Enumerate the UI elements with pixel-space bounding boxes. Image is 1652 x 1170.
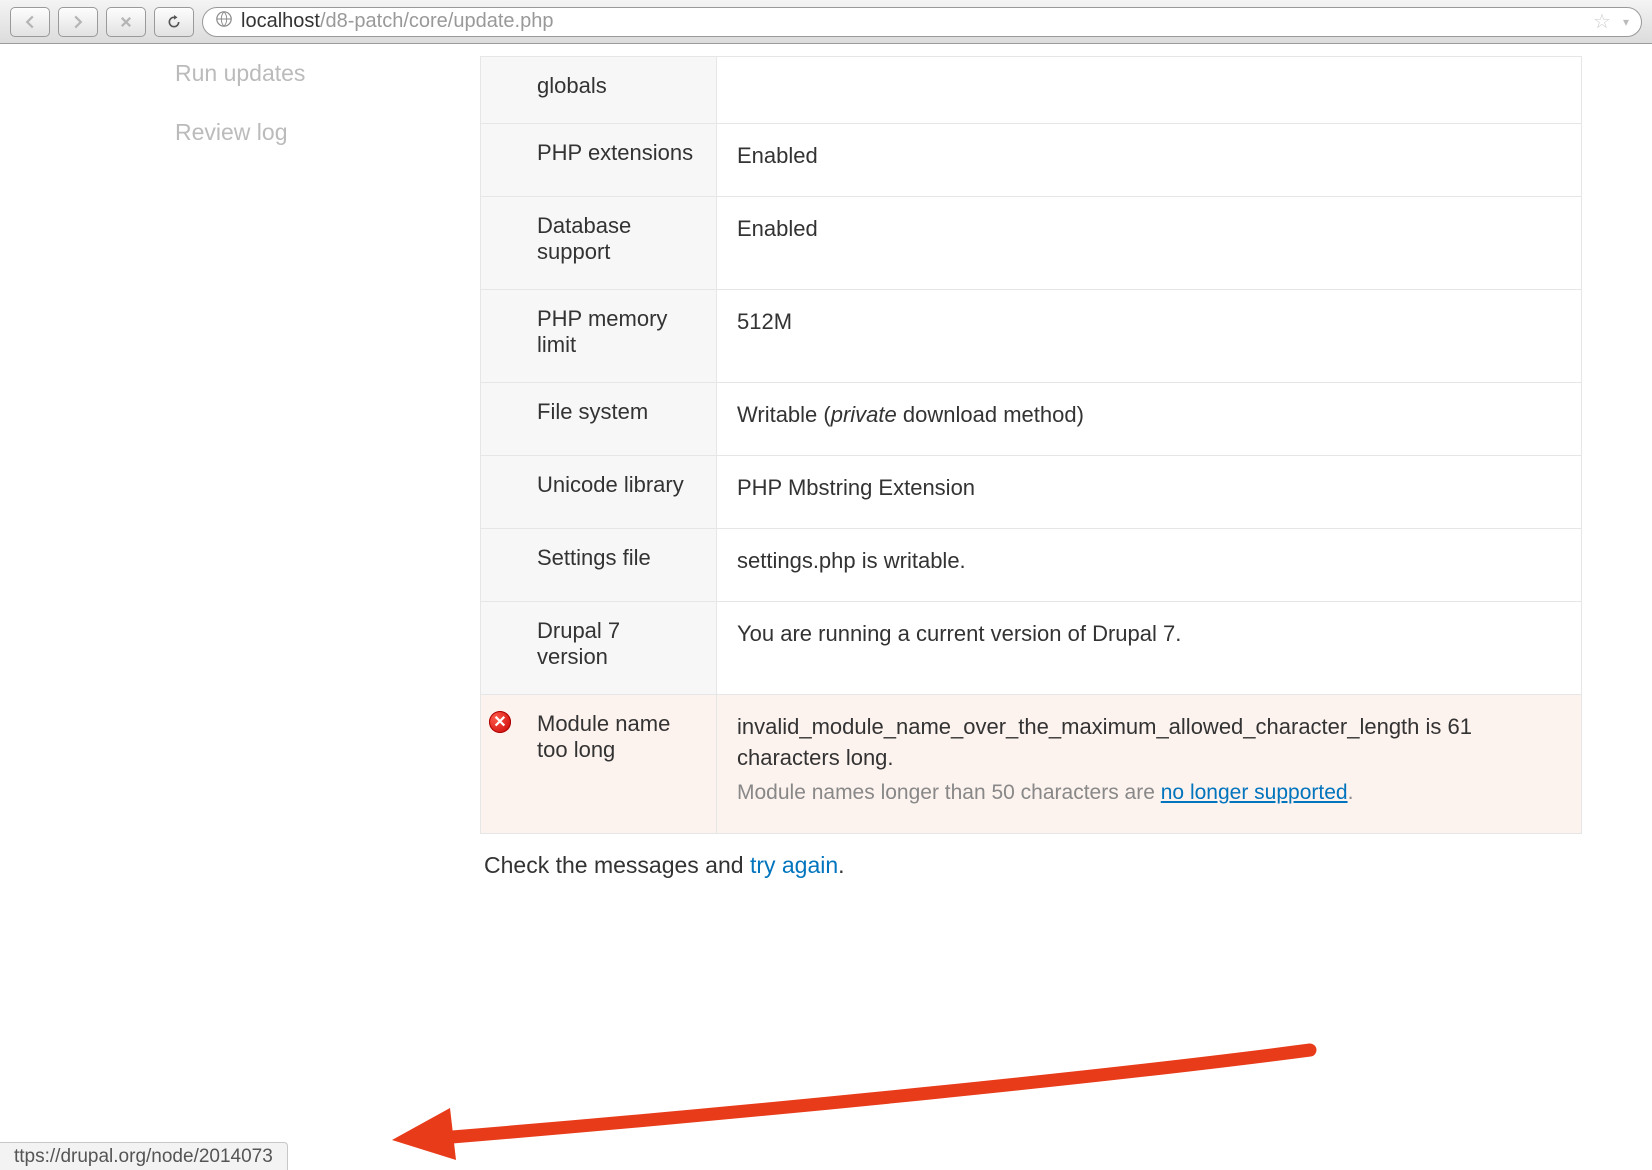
table-row: Settings file settings.php is writable.: [481, 529, 1581, 602]
bottom-message: Check the messages and try again.: [480, 834, 1582, 879]
row-value-pre: Writable (: [737, 402, 831, 427]
row-icon-cell: [481, 529, 517, 602]
row-value-post: download method): [897, 402, 1084, 427]
row-value-text: 512M: [737, 309, 792, 334]
row-label: PHP extensions: [517, 124, 717, 197]
row-value-text: You are running a current version of Dru…: [737, 621, 1181, 646]
url-dropdown-icon[interactable]: ▾: [1623, 15, 1629, 29]
row-value: [717, 57, 1581, 124]
status-url: ttps://drupal.org/node/2014073: [14, 1146, 273, 1168]
row-icon-cell: ✕: [481, 695, 517, 833]
row-label: globals: [517, 57, 717, 124]
row-value: You are running a current version of Dru…: [717, 602, 1581, 695]
forward-button[interactable]: [58, 7, 98, 37]
requirements-table: globalsPHP extensionsEnabledDatabase sup…: [480, 56, 1582, 834]
page-body: Run updates Review log globalsPHP extens…: [0, 44, 1652, 879]
row-icon-cell: [481, 602, 517, 695]
row-icon-cell: [481, 290, 517, 383]
main-content: globalsPHP extensionsEnabledDatabase sup…: [480, 56, 1652, 879]
annotation-arrow: [380, 1040, 1330, 1160]
row-label: Drupal 7 version: [517, 602, 717, 695]
error-icon: ✕: [489, 711, 511, 733]
row-icon-cell: [481, 197, 517, 290]
table-row: File systemWritable (private download me…: [481, 383, 1581, 456]
row-value: PHP Mbstring Extension: [717, 456, 1581, 529]
table-row: globals: [481, 57, 1581, 124]
browser-toolbar: localhost/d8-patch/core/update.php ☆ ▾: [0, 0, 1652, 44]
row-value-text: Enabled: [737, 216, 818, 241]
table-row: PHP extensions Enabled: [481, 124, 1581, 197]
sidebar-item-run-updates[interactable]: Run updates: [175, 56, 480, 115]
row-icon-cell: [481, 57, 517, 124]
sidebar-item-review-log[interactable]: Review log: [175, 115, 480, 174]
row-value: invalid_module_name_over_the_maximum_all…: [717, 695, 1581, 833]
table-row: Unicode library PHP Mbstring Extension: [481, 456, 1581, 529]
row-label: PHP memory limit: [517, 290, 717, 383]
sidebar-item-label: Run updates: [175, 60, 305, 86]
row-label: Settings file: [517, 529, 717, 602]
url-path: /d8-patch/core/update.php: [320, 10, 554, 32]
row-sub-pre: Module names longer than 50 characters a…: [737, 781, 1161, 804]
sidebar-item-label: Review log: [175, 119, 288, 145]
reload-button[interactable]: [154, 7, 194, 37]
bottom-pre: Check the messages and: [484, 852, 750, 878]
try-again-link[interactable]: try again: [750, 852, 838, 878]
row-value-text: settings.php is writable.: [737, 548, 966, 573]
row-value-em: private: [831, 402, 897, 427]
globe-icon: [215, 10, 233, 34]
row-value: Enabled: [717, 124, 1581, 197]
row-label: Module name too long: [517, 695, 717, 833]
status-bar: ttps://drupal.org/node/2014073: [0, 1142, 288, 1170]
bookmark-star-icon[interactable]: ☆: [1593, 9, 1611, 34]
stop-button[interactable]: [106, 7, 146, 37]
row-sub-post: .: [1348, 781, 1354, 804]
row-subtext: Module names longer than 50 characters a…: [737, 778, 1561, 808]
table-row: PHP memory limit 512M: [481, 290, 1581, 383]
sidebar: Run updates Review log: [0, 56, 480, 879]
row-label: Database support: [517, 197, 717, 290]
row-icon-cell: [481, 124, 517, 197]
url-text: localhost/d8-patch/core/update.php: [241, 10, 1585, 33]
url-bar[interactable]: localhost/d8-patch/core/update.php ☆ ▾: [202, 7, 1642, 37]
table-row: Drupal 7 version You are running a curren…: [481, 602, 1581, 695]
table-row: Database support Enabled: [481, 197, 1581, 290]
row-value: Writable (private download method): [717, 383, 1581, 456]
bottom-post: .: [838, 852, 844, 878]
row-value: 512M: [717, 290, 1581, 383]
row-icon-cell: [481, 383, 517, 456]
no-longer-supported-link[interactable]: no longer supported: [1161, 781, 1348, 804]
url-host: localhost: [241, 10, 320, 32]
row-icon-cell: [481, 456, 517, 529]
row-value-text: PHP Mbstring Extension: [737, 475, 975, 500]
row-label: File system: [517, 383, 717, 456]
row-value: settings.php is writable.: [717, 529, 1581, 602]
back-button[interactable]: [10, 7, 50, 37]
row-label: Unicode library: [517, 456, 717, 529]
row-value-text: Enabled: [737, 143, 818, 168]
row-value-text: invalid_module_name_over_the_maximum_all…: [737, 714, 1472, 771]
row-value: Enabled: [717, 197, 1581, 290]
table-row: ✕ Module name too long invalid_module_name…: [481, 695, 1581, 833]
